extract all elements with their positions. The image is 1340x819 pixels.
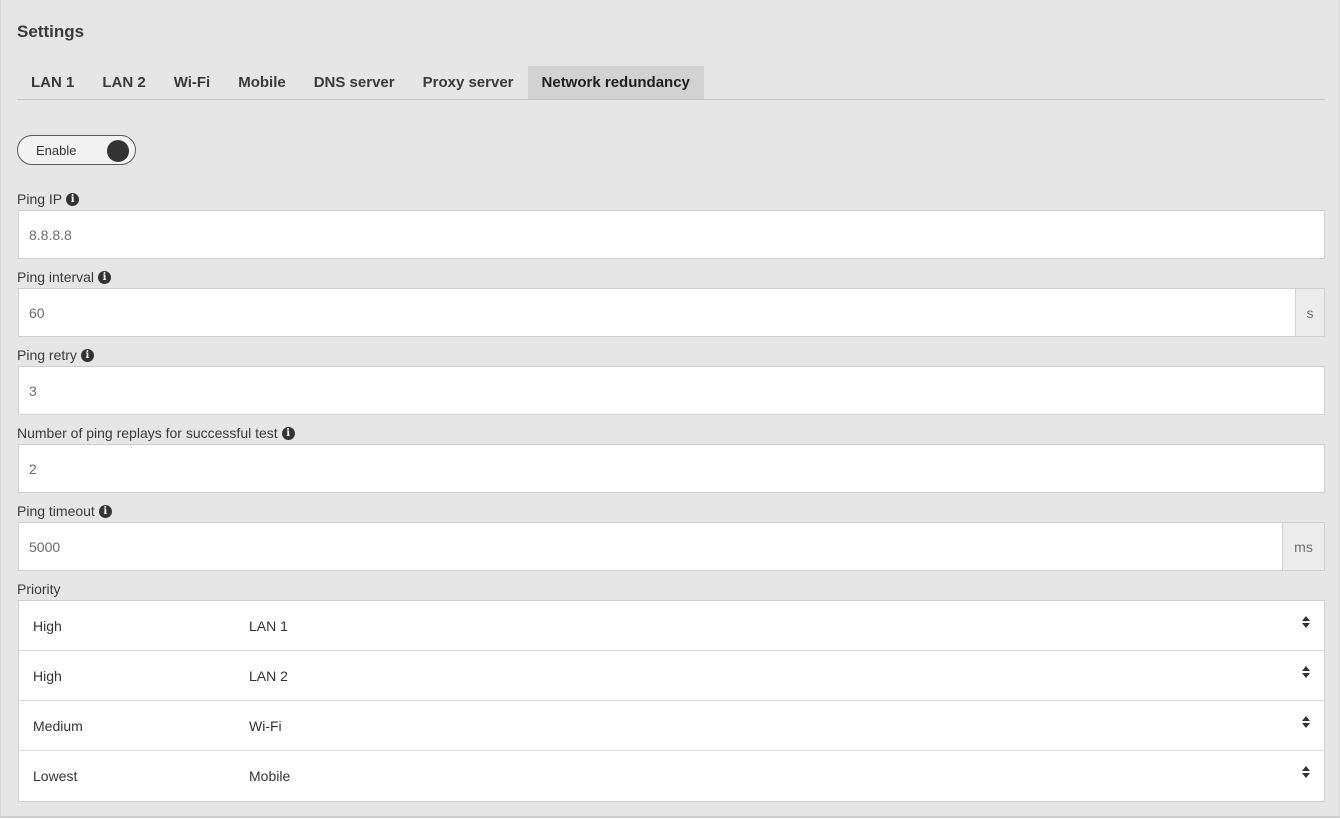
priority-label: Priority	[17, 581, 61, 597]
ping-replays-input[interactable]	[19, 445, 1324, 492]
page-title: Settings	[17, 22, 85, 41]
ping-replays-label: Number of ping replays for successful te…	[17, 425, 295, 441]
priority-row[interactable]: Lowest Mobile	[19, 751, 1324, 801]
tab-bar: LAN 1 LAN 2 Wi-Fi Mobile DNS server Prox…	[17, 66, 1325, 100]
priority-label-text: Priority	[17, 581, 61, 597]
priority-interface: LAN 2	[249, 668, 288, 684]
priority-interface: LAN 1	[249, 618, 288, 634]
tab-dns-server[interactable]: DNS server	[300, 66, 409, 99]
info-icon[interactable]: i	[66, 192, 80, 206]
enable-toggle[interactable]: Enable	[17, 135, 136, 165]
tab-wifi[interactable]: Wi-Fi	[160, 66, 225, 99]
priority-interface: Mobile	[249, 768, 291, 784]
ping-ip-input[interactable]	[19, 211, 1324, 258]
info-icon[interactable]: i	[98, 504, 112, 518]
sort-icon[interactable]	[1302, 716, 1310, 728]
sort-icon[interactable]	[1302, 766, 1310, 778]
settings-panel: Settings LAN 1 LAN 2 Wi-Fi Mobile DNS se…	[0, 0, 1340, 818]
ping-interval-input[interactable]	[19, 289, 1295, 336]
ping-interval-field-wrap: s	[18, 288, 1325, 337]
priority-level: High	[33, 618, 62, 634]
priority-row[interactable]: High LAN 2	[19, 651, 1324, 701]
ping-timeout-field-wrap: ms	[18, 522, 1325, 571]
ping-timeout-input[interactable]	[19, 523, 1282, 570]
ping-replays-field-wrap	[18, 444, 1325, 493]
priority-table: High LAN 1 High LAN 2 Medium Wi-Fi Lowes…	[18, 600, 1325, 802]
tab-network-redundancy[interactable]: Network redundancy	[527, 66, 704, 99]
info-icon[interactable]: i	[98, 270, 112, 284]
priority-level: Medium	[33, 718, 83, 734]
ping-ip-field-wrap	[18, 210, 1325, 259]
tab-proxy-server[interactable]: Proxy server	[409, 66, 528, 99]
ping-interval-label-text: Ping interval	[17, 269, 95, 285]
ping-replays-label-text: Number of ping replays for successful te…	[17, 425, 278, 441]
priority-level: Lowest	[33, 768, 78, 784]
sort-icon[interactable]	[1302, 666, 1310, 678]
tab-lan2[interactable]: LAN 2	[88, 66, 159, 99]
toggle-knob	[107, 140, 129, 162]
ping-retry-label: Ping retry i	[17, 347, 94, 363]
ping-retry-input[interactable]	[19, 367, 1324, 414]
tab-mobile[interactable]: Mobile	[224, 66, 300, 99]
enable-toggle-label: Enable	[36, 143, 77, 158]
ping-timeout-label: Ping timeout i	[17, 503, 112, 519]
ping-timeout-unit: ms	[1282, 523, 1324, 570]
sort-icon[interactable]	[1302, 616, 1310, 628]
ping-retry-label-text: Ping retry	[17, 347, 77, 363]
tab-lan1[interactable]: LAN 1	[17, 66, 88, 99]
ping-timeout-label-text: Ping timeout	[17, 503, 95, 519]
priority-interface: Wi-Fi	[249, 718, 282, 734]
ping-ip-label-text: Ping IP	[17, 191, 63, 207]
priority-level: High	[33, 668, 62, 684]
ping-interval-unit: s	[1295, 289, 1324, 336]
priority-row[interactable]: Medium Wi-Fi	[19, 701, 1324, 751]
priority-row[interactable]: High LAN 1	[19, 601, 1324, 651]
ping-interval-label: Ping interval i	[17, 269, 112, 285]
info-icon[interactable]: i	[80, 348, 94, 362]
info-icon[interactable]: i	[281, 426, 295, 440]
ping-ip-label: Ping IP i	[17, 191, 80, 207]
ping-retry-field-wrap	[18, 366, 1325, 415]
